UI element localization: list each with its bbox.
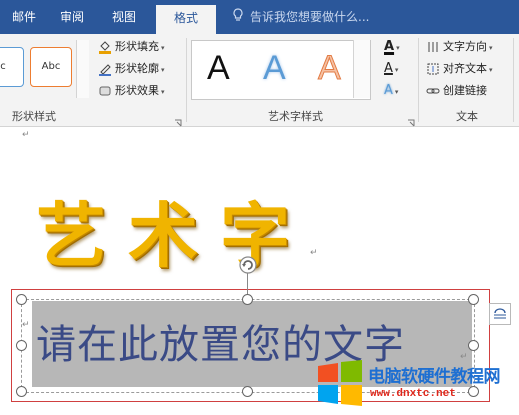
shape-effects-button[interactable]: 形状效果 ▾ xyxy=(98,82,165,100)
align-text-icon xyxy=(426,62,440,76)
lightbulb-icon xyxy=(232,1,246,35)
rotate-handle-icon[interactable] xyxy=(238,255,258,275)
windows-logo-icon xyxy=(318,360,362,406)
group-divider xyxy=(418,38,419,122)
resize-handle-left[interactable] xyxy=(16,340,27,351)
wordart-styles-group-label: 艺术字样式 xyxy=(268,110,323,123)
text-direction-label: 文字方向 xyxy=(443,40,487,53)
text-direction-button[interactable]: 文字方向 ▾ xyxy=(426,38,493,56)
dialog-launcher-icon[interactable] xyxy=(174,112,182,127)
shape-fill-label: 形状填充 xyxy=(115,40,159,53)
group-divider xyxy=(513,38,514,122)
chevron-down-icon: ▾ xyxy=(161,88,165,96)
shape-styles-scroll[interactable] xyxy=(76,40,89,98)
resize-handle-bottom[interactable] xyxy=(242,386,253,397)
align-text-label: 对齐文本 xyxy=(443,62,487,75)
create-link-button[interactable]: 创建链接 xyxy=(426,82,487,100)
paragraph-mark: ↵ xyxy=(22,130,30,140)
shape-styles-group-label: 形状样式 xyxy=(12,110,56,123)
shape-style-swatch-1[interactable]: c xyxy=(0,47,24,87)
shape-effects-icon xyxy=(98,84,112,98)
wordart-style-blue[interactable]: A xyxy=(263,48,286,88)
text-group-label: 文本 xyxy=(456,110,478,123)
ribbon-tab-bar: 邮件 审阅 视图 格式 告诉我您想要做什么... xyxy=(0,0,519,34)
tab-review[interactable]: 审阅 xyxy=(54,0,90,34)
text-direction-icon xyxy=(426,40,440,54)
watermark-title: 电脑软硬件教程网 xyxy=(368,367,501,387)
text-fill-icon: A xyxy=(384,39,395,54)
tab-mailings[interactable]: 邮件 xyxy=(6,0,42,34)
paint-bucket-icon xyxy=(98,40,112,54)
resize-handle-top-right[interactable] xyxy=(468,294,479,305)
anchor-mark: ↵ xyxy=(22,320,30,330)
wordart-style-orange-outline[interactable]: A xyxy=(318,48,342,88)
tell-me-placeholder: 告诉我您想要做什么... xyxy=(250,10,370,24)
text-outline-icon: A xyxy=(384,61,393,76)
shape-outline-label: 形状轮廓 xyxy=(115,62,159,75)
chevron-down-icon: ▾ xyxy=(489,44,493,52)
chevron-down-icon: ▾ xyxy=(161,66,165,74)
shape-outline-button[interactable]: 形状轮廓 ▾ xyxy=(98,60,165,78)
tab-view[interactable]: 视图 xyxy=(106,0,142,34)
chevron-down-icon: ▾ xyxy=(396,44,400,52)
resize-handle-bottom-left[interactable] xyxy=(16,386,27,397)
chevron-down-icon: ▾ xyxy=(161,44,165,52)
paragraph-mark: ↵ xyxy=(310,248,318,258)
layout-options-button[interactable] xyxy=(489,303,511,325)
chevron-down-icon: ▾ xyxy=(489,66,493,74)
text-effects-icon: A xyxy=(384,83,393,98)
resize-handle-right[interactable] xyxy=(468,340,479,351)
tell-me-search[interactable]: 告诉我您想要做什么... xyxy=(232,0,369,34)
chevron-down-icon: ▾ xyxy=(394,66,399,74)
create-link-label: 创建链接 xyxy=(443,84,487,97)
text-effects-button[interactable]: A ▾ xyxy=(384,82,398,100)
watermark-url: www.dnxtc.net xyxy=(370,388,456,400)
shape-fill-button[interactable]: 形状填充 ▾ xyxy=(98,38,165,56)
resize-handle-top-left[interactable] xyxy=(16,294,27,305)
layout-options-icon xyxy=(494,308,506,319)
chevron-down-icon: ▾ xyxy=(394,88,399,96)
resize-handle-top[interactable] xyxy=(242,294,253,305)
wordart-style-black[interactable]: A xyxy=(207,48,230,88)
tab-format[interactable]: 格式 xyxy=(156,5,216,34)
shape-effects-label: 形状效果 xyxy=(115,84,159,97)
wordart-gallery-scroll[interactable] xyxy=(353,40,370,98)
align-text-button[interactable]: 对齐文本 ▾ xyxy=(426,60,493,78)
text-outline-button[interactable]: A ▾ xyxy=(384,60,398,78)
group-divider xyxy=(186,38,187,122)
wordart-text[interactable]: 艺术字 xyxy=(36,180,312,281)
shape-style-swatch-2[interactable]: Abc xyxy=(30,47,72,87)
pencil-icon xyxy=(98,62,112,76)
link-icon xyxy=(426,84,440,98)
dialog-launcher-icon[interactable] xyxy=(407,112,415,127)
text-fill-button[interactable]: A ▾ xyxy=(384,38,400,56)
